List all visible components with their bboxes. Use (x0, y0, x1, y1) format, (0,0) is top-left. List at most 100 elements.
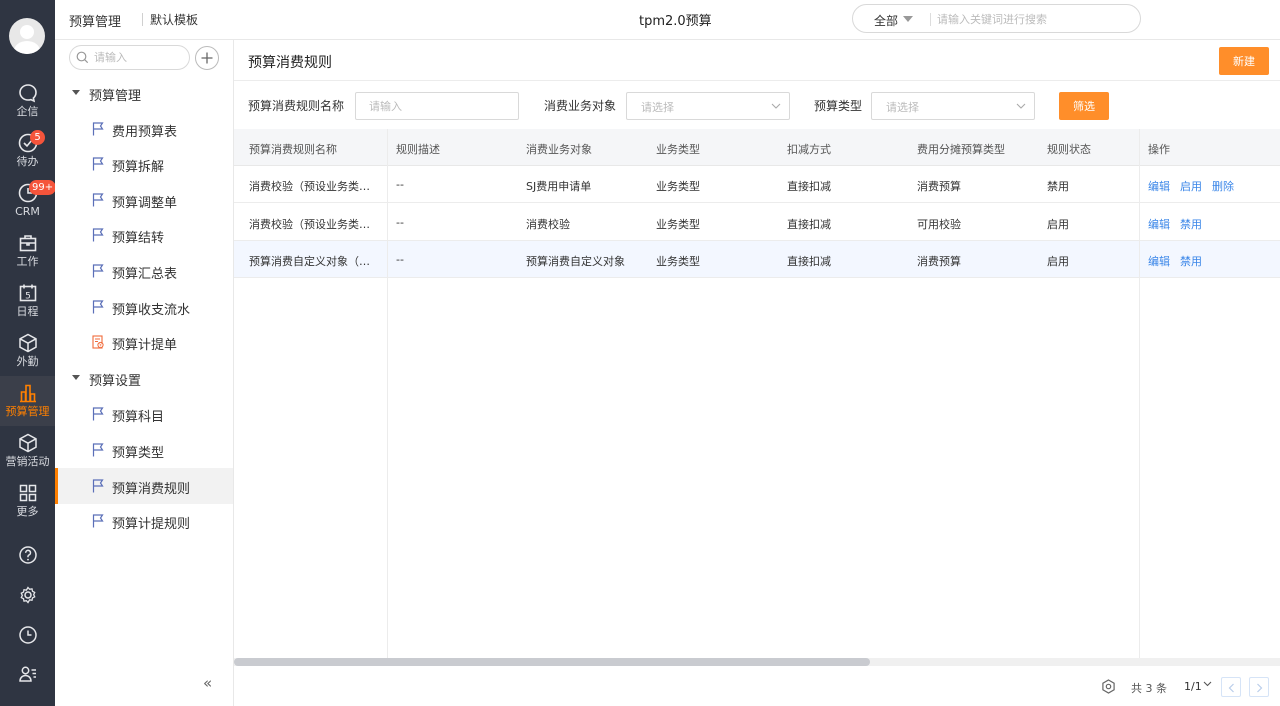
cell-status: 启用 (1047, 218, 1069, 231)
global-search: 全部 (852, 4, 1141, 33)
sidebar-item-budget-accrual-rule[interactable]: 预算计提规则 (55, 503, 233, 539)
history-button[interactable] (0, 625, 55, 651)
enable-link[interactable]: 启用 (1180, 178, 1202, 194)
sidebar-item-label: 预算计提单 (112, 338, 178, 353)
rail-item-work[interactable]: 工作 (0, 232, 55, 278)
new-button[interactable]: 新建 (1219, 47, 1269, 75)
rail-item-marketing[interactable]: 营销活动 (0, 432, 55, 478)
sidebar-search-input[interactable] (94, 49, 186, 66)
rail-item-todo[interactable]: 待办 5 (0, 130, 55, 178)
global-search-input[interactable] (937, 8, 1132, 30)
cell-alloc-type: 消费预算 (917, 180, 961, 193)
column-header[interactable]: 规则状态 (1047, 141, 1091, 157)
collapse-sidebar-button[interactable]: « (203, 674, 212, 692)
disable-link[interactable]: 禁用 (1180, 253, 1202, 269)
sidebar-group-budget-settings[interactable]: 预算设置 (55, 361, 233, 395)
column-header[interactable]: 业务类型 (656, 141, 700, 157)
breadcrumb-template[interactable]: 默认模板 (150, 11, 198, 28)
column-header[interactable]: 消费业务对象 (526, 141, 592, 157)
horizontal-scrollbar-thumb[interactable] (234, 658, 870, 666)
module-sidebar: 预算管理 费用预算表 预算拆解 预算调整单 预算结转 预算汇总表 预算收支流水 … (55, 40, 234, 706)
column-header[interactable]: 费用分摊预算类型 (917, 141, 1005, 157)
filter-name-field[interactable] (355, 92, 519, 120)
filter-object-placeholder: 请选择 (641, 101, 674, 114)
cell-deduct: 直接扣减 (787, 180, 831, 193)
sidebar-item-budget-accrual-doc[interactable]: ¥ 预算计提单 (55, 324, 233, 360)
filter-button[interactable]: 筛选 (1059, 92, 1109, 120)
sidebar-item-budget-cashflow[interactable]: 预算收支流水 (55, 289, 233, 325)
rail-label: 更多 (16, 505, 39, 518)
sidebar-item-budget-subject[interactable]: 预算科目 (55, 396, 233, 432)
page-indicator[interactable]: 1/1 (1184, 680, 1202, 693)
prev-page-button[interactable] (1221, 677, 1241, 697)
sidebar-item-budget-summary[interactable]: 预算汇总表 (55, 253, 233, 289)
flag-icon (92, 479, 104, 493)
help-button[interactable] (0, 545, 55, 571)
sidebar-item-budget-type[interactable]: 预算类型 (55, 432, 233, 468)
chevron-down-icon[interactable] (1203, 681, 1212, 687)
sidebar-item-budget-adjustment[interactable]: 预算调整单 (55, 182, 233, 218)
sidebar-group-budget-management[interactable]: 预算管理 (55, 76, 233, 110)
disable-link[interactable]: 禁用 (1180, 216, 1202, 232)
cell-name[interactable]: 预算消费自定义对象（预设业务类型） (249, 253, 379, 269)
table-row[interactable]: 消费校验（预设业务类型） -- SJ费用申请单 业务类型 直接扣减 消费预算 禁… (234, 166, 1280, 203)
cube-icon (18, 333, 37, 353)
caret-down-icon[interactable] (903, 16, 913, 22)
cell-status: 启用 (1047, 255, 1069, 268)
edit-link[interactable]: 编辑 (1148, 216, 1170, 232)
rail-item-budget[interactable]: 预算管理 (0, 376, 55, 426)
settings-icon[interactable] (1101, 679, 1116, 694)
settings-button[interactable] (0, 585, 55, 611)
flag-icon (92, 443, 104, 457)
sidebar-item-budget-split[interactable]: 预算拆解 (55, 146, 233, 182)
sidebar-item-budget-carryover[interactable]: 预算结转 (55, 217, 233, 253)
column-header[interactable]: 扣减方式 (787, 141, 831, 157)
sidebar-item-label: 预算类型 (112, 446, 165, 461)
column-header[interactable]: 规则描述 (396, 141, 440, 157)
filter-name-label: 预算消费规则名称 (248, 99, 345, 113)
column-header[interactable]: 预算消费规则名称 (249, 141, 337, 157)
filter-type-select[interactable]: 请选择 (871, 92, 1035, 120)
cell-name[interactable]: 消费校验（预设业务类型） (249, 216, 379, 232)
avatar[interactable] (9, 18, 45, 54)
chevron-down-icon (771, 103, 781, 109)
next-page-button[interactable] (1249, 677, 1269, 697)
sidebar-group-label: 预算管理 (89, 89, 142, 104)
cell-desc: -- (396, 216, 404, 229)
rail-item-more[interactable]: 更多 (0, 482, 55, 528)
sidebar-search[interactable] (69, 45, 190, 70)
rail-label: 预算管理 (5, 405, 50, 418)
rail-label: 日程 (16, 305, 39, 318)
search-divider (930, 13, 931, 26)
filter-object-select[interactable]: 请选择 (626, 92, 790, 120)
delete-link[interactable]: 删除 (1212, 178, 1234, 194)
divider (234, 80, 1280, 81)
user-list-icon (18, 666, 36, 682)
cell-name[interactable]: 消费校验（预设业务类型） (249, 178, 379, 194)
document-icon: ¥ (92, 335, 104, 349)
cell-deduct: 直接扣减 (787, 218, 831, 231)
sidebar-item-label: 预算收支流水 (112, 303, 191, 318)
rail-item-crm[interactable]: CRM 99+ (0, 180, 57, 228)
sidebar-item-budget-consumption-rule[interactable]: 预算消费规则 (55, 468, 233, 504)
cell-biz-type: 业务类型 (656, 255, 700, 268)
chevron-down-icon (1016, 103, 1026, 109)
sidebar-item-expense-budget[interactable]: 费用预算表 (55, 111, 233, 147)
breadcrumb-module[interactable]: 预算管理 (69, 11, 121, 30)
help-icon (18, 546, 37, 564)
rail-item-field[interactable]: 外勤 (0, 332, 55, 378)
search-scope-select[interactable]: 全部 (874, 12, 898, 29)
add-button[interactable] (195, 46, 219, 70)
edit-link[interactable]: 编辑 (1148, 178, 1170, 194)
edit-link[interactable]: 编辑 (1148, 253, 1170, 269)
table-row[interactable]: 消费校验（预设业务类型） -- 消费校验 业务类型 直接扣减 可用校验 启用 编… (234, 204, 1280, 241)
filter-name-input[interactable] (369, 98, 489, 114)
table-row[interactable]: 预算消费自定义对象（预设业务类型） -- 预算消费自定义对象 业务类型 直接扣减… (234, 241, 1280, 278)
contacts-button[interactable] (0, 664, 55, 690)
rail-item-qixin[interactable]: 企信 (0, 82, 55, 128)
rail-label: CRM (15, 205, 40, 218)
rail-item-schedule[interactable]: 5 日程 (0, 282, 55, 328)
flag-icon (92, 264, 104, 278)
sidebar-item-label: 费用预算表 (112, 125, 178, 140)
rail-label: 待办 (16, 155, 39, 168)
